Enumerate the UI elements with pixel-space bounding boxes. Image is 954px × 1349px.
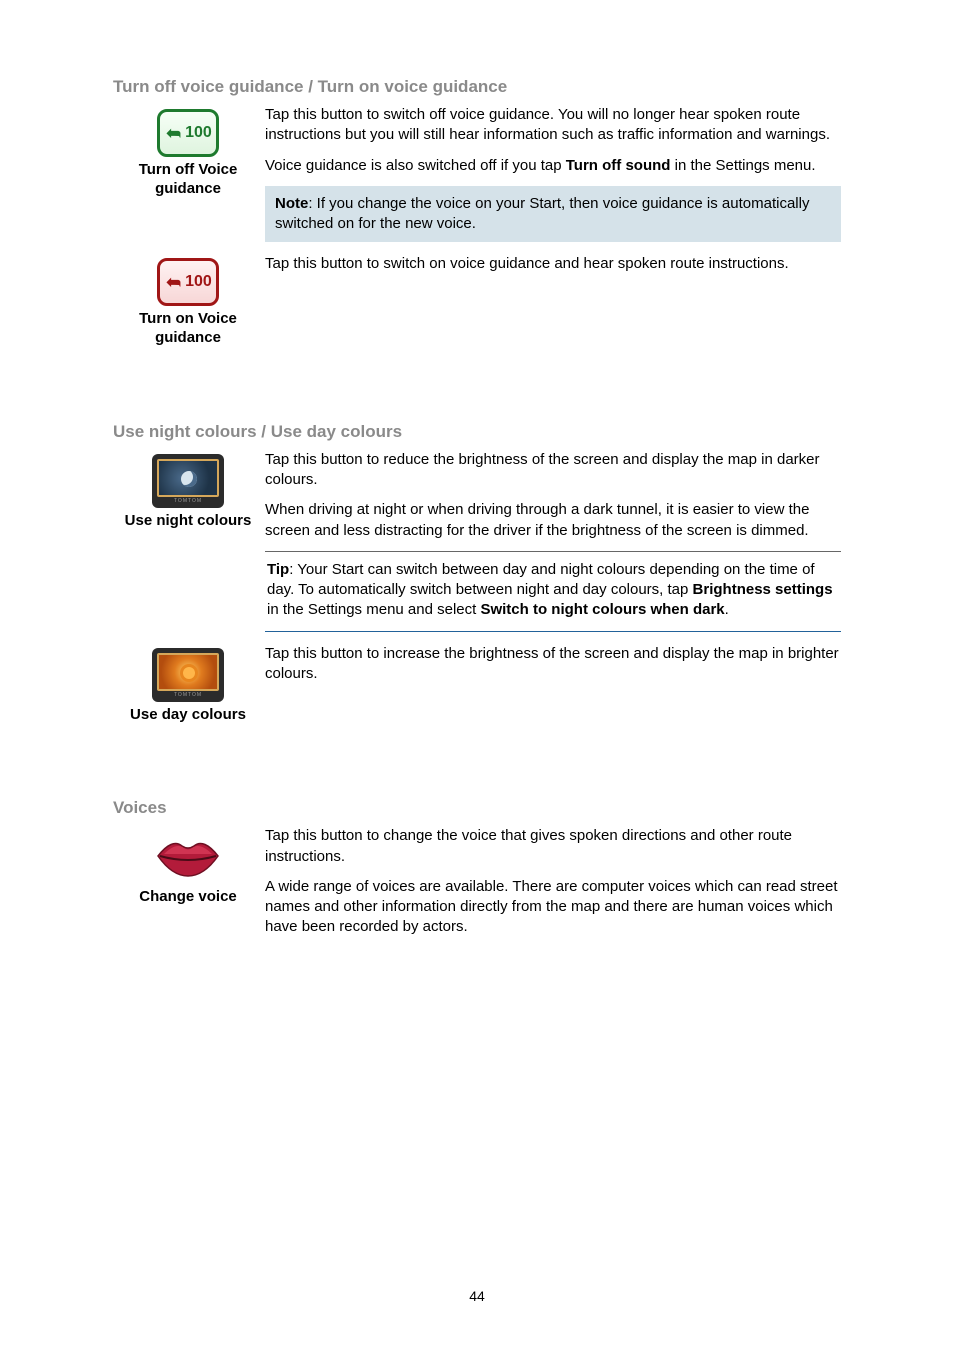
text-span: Voice guidance is also switched off if y… xyxy=(265,157,566,174)
text-span: . xyxy=(725,601,729,618)
text-column: Tap this button to change the voice that… xyxy=(263,826,841,943)
icon-column: ➦ 100 Turn on Voice guidance xyxy=(113,254,263,348)
caption-turn-off-voice: Turn off Voice guidance xyxy=(113,161,263,199)
caption-line: Turn on Voice xyxy=(139,310,237,327)
paragraph: Tap this button to switch off voice guid… xyxy=(265,105,841,146)
entry-turn-on-voice: ➦ 100 Turn on Voice guidance Tap this bu… xyxy=(113,254,841,348)
note-text: : If you change the voice on your Start,… xyxy=(275,195,809,232)
text-span: in the Settings menu and select xyxy=(267,601,480,618)
text-column: Tap this button to reduce the brightness… xyxy=(263,450,841,640)
paragraph: Tap this button to increase the brightne… xyxy=(265,644,841,685)
paragraph: Tap this button to change the voice that… xyxy=(265,826,841,867)
day-colours-icon: TOMTOM xyxy=(152,648,224,702)
entry-turn-off-voice: ➦ 100 Turn off Voice guidance Tap this b… xyxy=(113,105,841,250)
note-label: Note xyxy=(275,195,308,212)
entry-day-colours: TOMTOM Use day colours Tap this button t… xyxy=(113,644,841,725)
heading-voice-guidance: Turn off voice guidance / Turn on voice … xyxy=(113,77,841,97)
caption-line: guidance xyxy=(155,180,221,197)
paragraph: Tap this button to switch on voice guida… xyxy=(265,254,841,274)
text-column: Tap this button to switch off voice guid… xyxy=(263,105,841,250)
heading-colours: Use night colours / Use day colours xyxy=(113,422,841,442)
paragraph: When driving at night or when driving th… xyxy=(265,500,841,541)
paragraph: Tap this button to reduce the brightness… xyxy=(265,450,841,491)
tip-box: Tip: Your Start can switch between day a… xyxy=(265,551,841,632)
icon-column: ➦ 100 Turn off Voice guidance xyxy=(113,105,263,199)
arrow-icon: ➦ xyxy=(166,123,181,144)
bold-text: Switch to night colours when dark xyxy=(480,601,724,618)
heading-voices: Voices xyxy=(113,798,841,818)
bold-text: Brightness settings xyxy=(693,581,833,598)
icon-column: TOMTOM Use day colours xyxy=(113,644,263,725)
text-column: Tap this button to switch on voice guida… xyxy=(263,254,841,280)
paragraph: Voice guidance is also switched off if y… xyxy=(265,156,841,176)
tip-label: Tip xyxy=(267,561,289,578)
caption-night-colours: Use night colours xyxy=(113,512,263,531)
icon-number: 100 xyxy=(185,124,212,142)
text-column: Tap this button to increase the brightne… xyxy=(263,644,841,691)
change-voice-icon xyxy=(152,830,224,884)
arrow-icon: ➦ xyxy=(166,272,181,293)
caption-change-voice: Change voice xyxy=(113,888,263,907)
turn-off-voice-icon: ➦ 100 xyxy=(157,109,219,157)
entry-change-voice: Change voice Tap this button to change t… xyxy=(113,826,841,943)
entry-night-colours: TOMTOM Use night colours Tap this button… xyxy=(113,450,841,640)
turn-on-voice-icon: ➦ 100 xyxy=(157,258,219,306)
icon-number: 100 xyxy=(185,273,212,291)
caption-line: Turn off Voice xyxy=(139,161,238,178)
icon-column: TOMTOM Use night colours xyxy=(113,450,263,531)
caption-line: guidance xyxy=(155,329,221,346)
bold-text: Turn off sound xyxy=(566,157,671,174)
text-span: in the Settings menu. xyxy=(670,157,815,174)
icon-column: Change voice xyxy=(113,826,263,907)
note-box: Note: If you change the voice on your St… xyxy=(265,186,841,243)
page: Turn off voice guidance / Turn on voice … xyxy=(0,0,954,1349)
paragraph: A wide range of voices are available. Th… xyxy=(265,877,841,938)
page-number: 44 xyxy=(0,1288,954,1304)
caption-day-colours: Use day colours xyxy=(113,706,263,725)
caption-turn-on-voice: Turn on Voice guidance xyxy=(113,310,263,348)
night-colours-icon: TOMTOM xyxy=(152,454,224,508)
